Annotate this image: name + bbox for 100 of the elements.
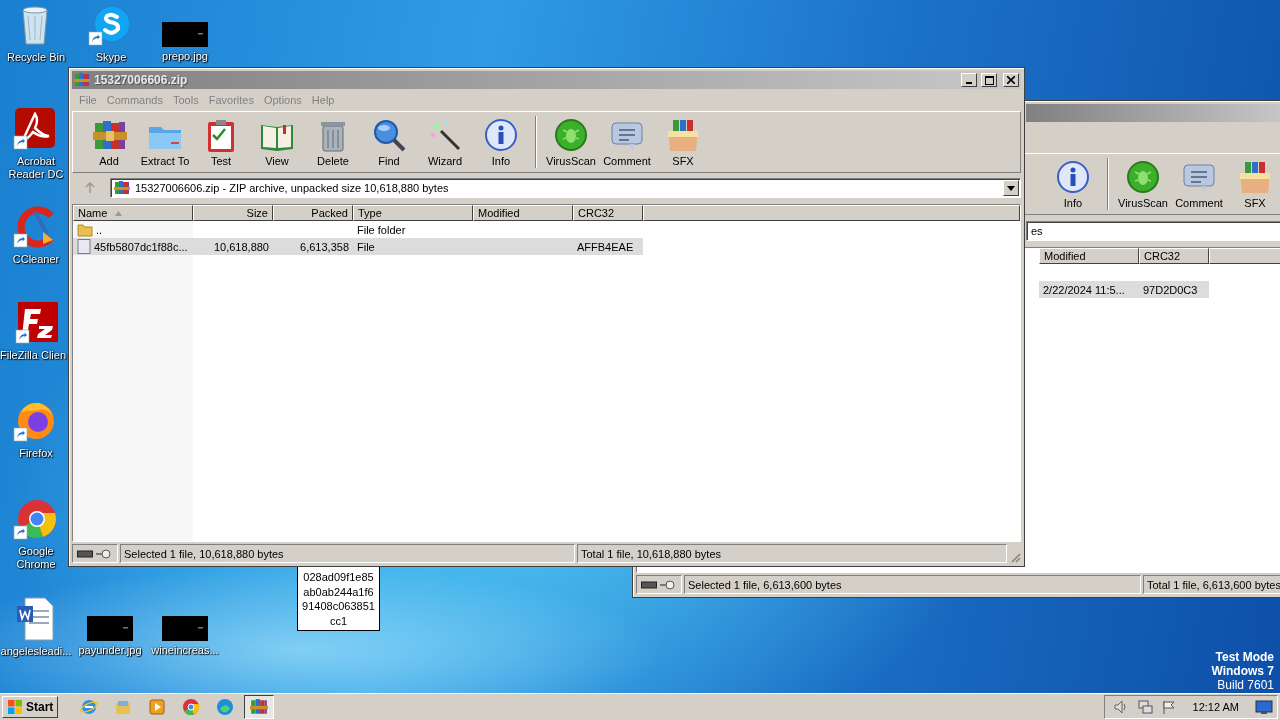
clock[interactable]: 12:12 AM [1192, 701, 1239, 713]
column-header[interactable]: Modified [1039, 248, 1139, 264]
close-button[interactable] [1003, 73, 1019, 87]
icon-label: prepo.jpg [162, 50, 208, 63]
table-cell: File [353, 238, 473, 255]
archive-icon [250, 698, 269, 716]
windows-logo-icon [7, 699, 23, 715]
taskbar-app-button[interactable] [244, 695, 275, 719]
toolbar-button[interactable]: Delete [305, 112, 361, 172]
column-header[interactable]: Type [353, 205, 473, 221]
toolbar-button[interactable]: SFX [655, 112, 711, 172]
virusscan-icon [553, 117, 589, 153]
column-header[interactable]: CRC32 [573, 205, 643, 221]
image-thumbnail[interactable] [162, 616, 208, 641]
table-cell: AFFB4EAE [573, 238, 643, 255]
drive-icon [77, 549, 93, 558]
icon-label: FileZilla Clien [0, 349, 67, 362]
maximize-button[interactable] [981, 73, 997, 87]
icon-label: CCleaner [12, 253, 60, 266]
column-header[interactable]: Size [193, 205, 273, 221]
table-cell: 97D2D0C3 [1139, 281, 1209, 298]
toolbar-button[interactable]: Find [361, 112, 417, 172]
sfx-icon [1237, 159, 1273, 195]
start-button[interactable]: Start [2, 696, 59, 718]
explorer-icon [114, 698, 133, 716]
minimize-button[interactable] [961, 73, 977, 87]
icon-label: wineincreas... [151, 644, 219, 657]
icon-label: Recycle Bin [6, 51, 66, 64]
up-arrow-icon [84, 182, 96, 194]
toolbar-button[interactable]: Test [193, 112, 249, 172]
icon-label: Google Chrome [15, 545, 57, 571]
flag-icon[interactable] [1160, 699, 1177, 715]
image-thumbnail[interactable] [87, 616, 133, 641]
filezilla-icon[interactable] [15, 300, 61, 346]
media-icon [148, 698, 167, 716]
address-field[interactable]: 15327006606.zip - ZIP archive, unpacked size 10,618,880 bytes [110, 178, 1021, 198]
column-header[interactable]: CRC32 [1139, 248, 1209, 264]
window-title: 15327006606.zip [94, 73, 189, 87]
toolbar-button[interactable]: Wizard [417, 112, 473, 172]
address-field[interactable]: es [1026, 221, 1280, 241]
archive-icon [74, 72, 90, 88]
file-name: .. [96, 223, 103, 236]
toolbar-button[interactable]: Info [1045, 154, 1101, 214]
chrome-icon [182, 698, 201, 716]
resize-grip-icon[interactable] [1009, 551, 1021, 563]
ie-icon [80, 698, 99, 716]
tooltip-text: 91408c063851 [302, 599, 375, 614]
column-header[interactable]: Packed [273, 205, 353, 221]
toolbar-button[interactable]: VirusScan [543, 112, 599, 172]
icon-label: payunder.jpg [78, 644, 142, 657]
network-icon[interactable] [1136, 699, 1153, 715]
dropdown-button[interactable] [1003, 180, 1019, 196]
archive-icon [114, 180, 130, 196]
virusscan-icon [1125, 159, 1161, 195]
tooltip-text: cc1 [329, 613, 348, 628]
speaker-icon[interactable] [1112, 699, 1129, 715]
maximize-icon [984, 75, 994, 85]
table-cell: 2/22/2024 11:5... [1039, 281, 1139, 298]
toolbar-button[interactable]: Add [81, 112, 137, 172]
toolbar-button[interactable]: VirusScan [1115, 154, 1171, 214]
system-notice: Build 7601 [1217, 678, 1274, 692]
file-icon [77, 239, 91, 254]
toolbar-button[interactable]: Comment [599, 112, 655, 172]
status-total: Total 1 file, 6,613,600 bytes [1143, 575, 1280, 594]
system-notice: Windows 7 [1211, 664, 1274, 678]
column-header[interactable]: Modified [473, 205, 573, 221]
table-cell: 6,613,358 [273, 238, 353, 255]
key-icon [95, 548, 111, 559]
table-cell-text: File folder [356, 222, 407, 238]
toolbar-button[interactable]: View [249, 112, 305, 172]
toolbar-button[interactable]: Comment [1171, 154, 1227, 214]
show-desktop-icon[interactable] [1255, 699, 1273, 715]
tooltip-text: 028ad09f1e85 [303, 570, 374, 585]
table-cell: 10,618,880 [193, 238, 273, 255]
sfx-icon [665, 117, 701, 153]
drive-icon [641, 580, 657, 589]
icon-label: Firefox [19, 447, 53, 460]
system-notice: Test Mode [1215, 650, 1274, 664]
status-selected: Selected 1 file, 10,618,880 bytes [120, 544, 575, 563]
info-icon [1055, 159, 1091, 195]
toolbar-button[interactable]: SFX [1227, 154, 1280, 214]
tooltip-text: ab0ab244a1f6 [303, 584, 374, 599]
edge-icon [216, 698, 235, 716]
file-name: 45fb5807dc1f88c... [94, 240, 188, 253]
file-row[interactable]: .. [73, 221, 193, 238]
image-thumbnail[interactable] [162, 22, 208, 47]
file-row[interactable]: 45fb5807dc1f88c... [73, 238, 193, 255]
column-header[interactable]: Name [73, 205, 193, 221]
status-selected: Selected 1 file, 6,613,600 bytes [684, 575, 1141, 594]
sort-arrow-icon [115, 210, 123, 216]
find-icon [371, 117, 407, 153]
icon-label: Skype [95, 51, 127, 64]
icon-label: angelesleadi... [0, 645, 72, 658]
caret-icon [1007, 185, 1015, 191]
close-icon [1007, 76, 1015, 84]
toolbar-button[interactable]: Info [473, 112, 529, 172]
icon-label: Acrobat Reader DC [7, 155, 65, 181]
status-total: Total 1 file, 10,618,880 bytes [577, 544, 1007, 563]
key-icon [659, 579, 675, 590]
toolbar-button[interactable]: Extract To [137, 112, 193, 172]
